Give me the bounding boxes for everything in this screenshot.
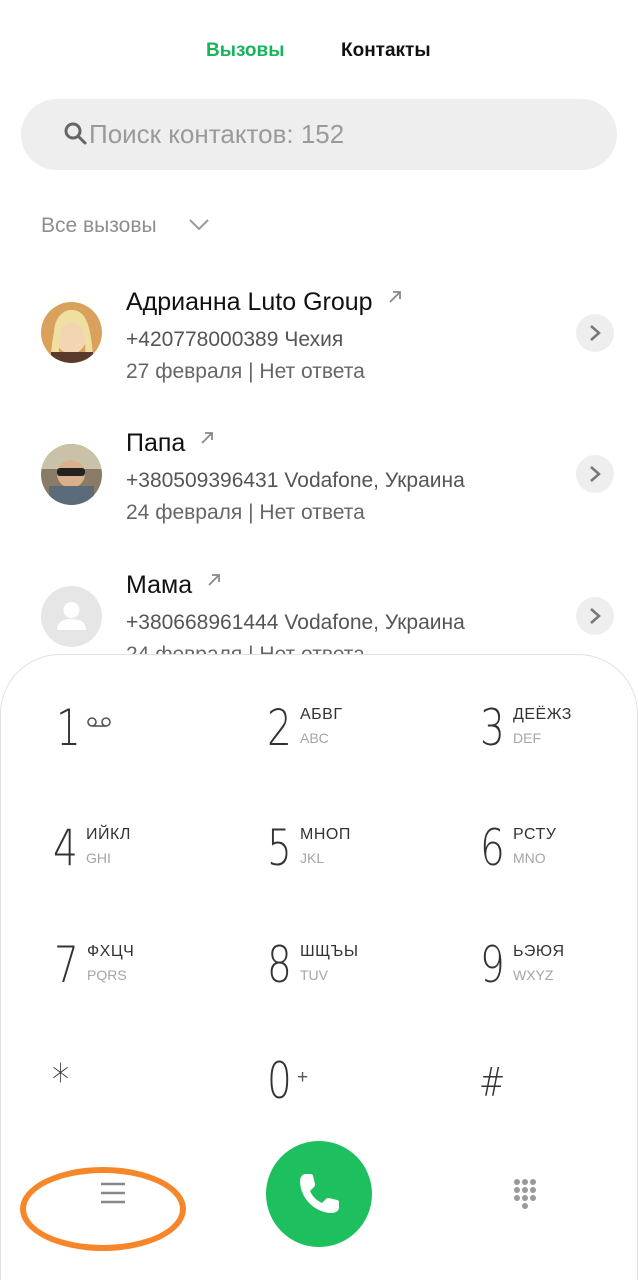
call-log-row[interactable]: Папа +380509396431 Vodafone, Украина 24 ф… — [0, 429, 638, 539]
phone-number: +380668961444 Vodafone, Украина — [126, 611, 465, 634]
avatar — [41, 302, 102, 363]
chevron-right-icon — [590, 466, 601, 482]
call-details-button[interactable] — [576, 314, 614, 352]
top-tabs: Вызовы Контакты — [0, 40, 638, 68]
avatar-placeholder — [41, 586, 102, 647]
key-hash[interactable]: # — [479, 1053, 638, 1133]
phone-icon — [300, 1174, 339, 1213]
call-date-status: 27 февраля | Нет ответа — [126, 360, 365, 383]
contact-name: Папа — [126, 429, 214, 458]
key-4[interactable]: 4 ИЙКЛ GHI — [53, 820, 233, 900]
key-0[interactable]: 0 + — [267, 1053, 447, 1133]
voicemail-icon — [87, 717, 111, 727]
outgoing-call-icon — [388, 291, 401, 303]
key-6[interactable]: 6 РСТУ MNO — [480, 820, 638, 900]
highlight-annotation — [20, 1167, 186, 1251]
key-8[interactable]: 8 ШЩЪЫ TUV — [267, 937, 447, 1017]
search-input[interactable] — [89, 99, 589, 170]
dialpad-toggle-button[interactable] — [505, 1174, 545, 1214]
call-filter-label: Все вызовы — [41, 214, 157, 237]
carrier-label: Чехия — [284, 328, 344, 351]
chevron-right-icon — [590, 608, 601, 624]
dialpad-icon — [514, 1179, 536, 1209]
key-3[interactable]: 3 ДЕЁЖЗ DEF — [480, 700, 638, 780]
key-9[interactable]: 9 ЬЭЮЯ WXYZ — [480, 937, 638, 1017]
carrier-label: Vodafone, Украина — [284, 611, 465, 634]
tab-contacts[interactable]: Контакты — [341, 40, 431, 62]
chevron-right-icon — [590, 325, 601, 341]
search-icon — [64, 122, 87, 145]
contact-name: Адрианна Luto Group — [126, 288, 402, 317]
chevron-down-icon — [189, 219, 209, 231]
person-icon — [57, 602, 86, 630]
call-filter-dropdown[interactable]: Все вызовы — [41, 214, 209, 244]
key-5[interactable]: 5 МНОП JKL — [267, 820, 447, 900]
call-date-status: 24 февраля | Нет ответа — [126, 501, 365, 524]
phone-number: +420778000389 Чехия — [126, 328, 344, 351]
search-bar[interactable] — [21, 99, 617, 170]
key-7[interactable]: 7 ФХЦЧ PQRS — [54, 937, 234, 1017]
key-1[interactable]: 1 — [56, 700, 236, 780]
key-2[interactable]: 2 АБВГ ABC — [267, 700, 447, 780]
outgoing-call-icon — [201, 432, 214, 444]
avatar — [41, 444, 102, 505]
carrier-label: Vodafone, Украина — [284, 469, 465, 492]
phone-number: +380509396431 Vodafone, Украина — [126, 469, 465, 492]
outgoing-call-icon — [208, 574, 220, 586]
key-star[interactable]: * — [52, 1053, 232, 1133]
call-details-button[interactable] — [576, 455, 614, 493]
tab-calls[interactable]: Вызовы — [206, 40, 284, 62]
call-log-row[interactable]: Адрианна Luto Group +420778000389 Чехия 2… — [0, 288, 638, 398]
call-details-button[interactable] — [576, 597, 614, 635]
contact-name: Мама — [126, 571, 221, 600]
call-button[interactable] — [266, 1141, 372, 1247]
